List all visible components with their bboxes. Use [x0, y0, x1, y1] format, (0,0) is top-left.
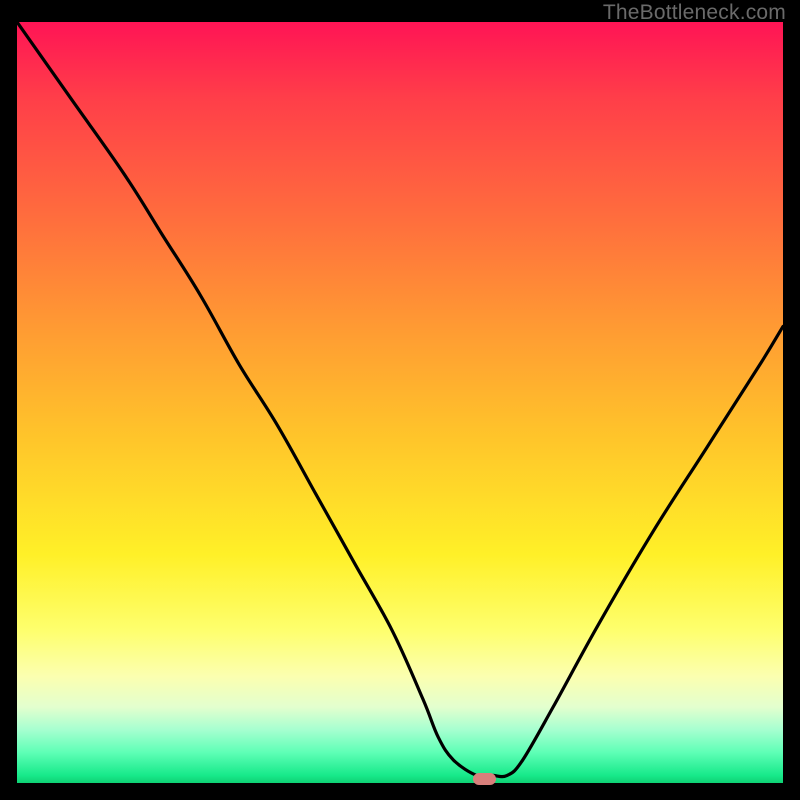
- bottleneck-curve: [17, 22, 783, 783]
- optimum-marker: [473, 773, 496, 785]
- watermark-text: TheBottleneck.com: [603, 1, 786, 25]
- chart-frame: TheBottleneck.com: [0, 0, 800, 800]
- plot-area: [17, 22, 783, 783]
- curve-path: [17, 22, 783, 777]
